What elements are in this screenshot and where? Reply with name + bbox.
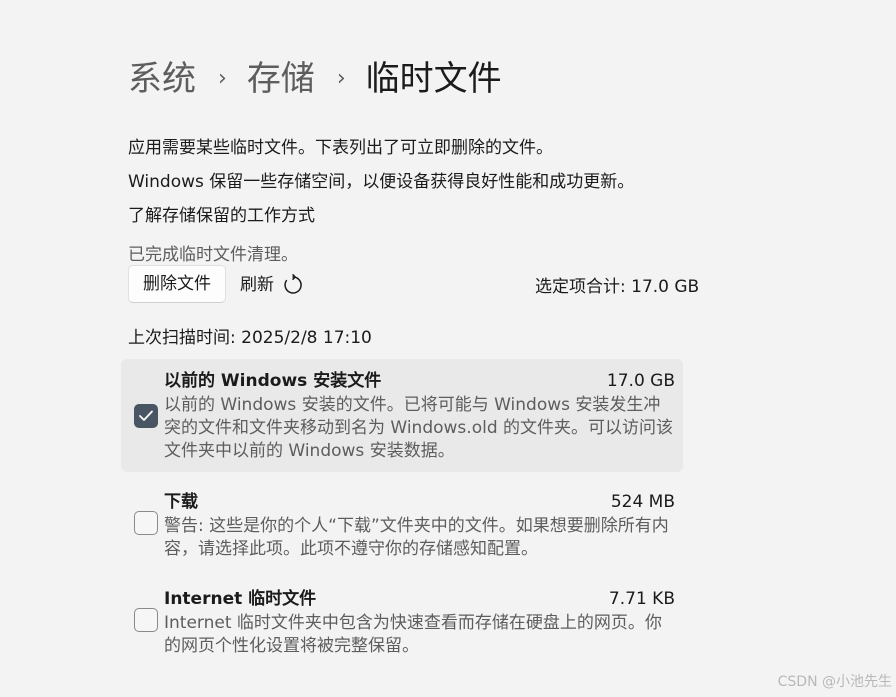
selected-total-text: 选定项合计: 17.0 GB [535, 277, 700, 297]
chevron-right-icon: › [218, 66, 227, 91]
refresh-label: 刷新 [240, 275, 274, 295]
checkmark-icon [139, 410, 153, 421]
page-title: 临时文件 [365, 59, 502, 99]
breadcrumb-item-system[interactable]: 系统 [128, 56, 196, 102]
settings-page: 系统 › 存储 › 临时文件 应用需要某些临时文件。下表列出了可立即删除的文件。… [0, 0, 896, 697]
item-description: 以前的 Windows 安装的文件。已将可能与 Windows 安装发生冲突的文… [164, 395, 674, 461]
breadcrumb-item-storage[interactable]: 存储 [247, 56, 315, 102]
watermark-text: CSDN @小池先生 [777, 674, 892, 690]
list-item-previous-windows[interactable]: 以前的 Windows 安装文件 17.0 GB 以前的 Windows 安装的… [121, 359, 683, 472]
storage-reserve-link[interactable]: 了解存储保留的工作方式 [128, 204, 315, 228]
item-description: 警告: 这些是你的个人“下载”文件夹中的文件。如果想要删除所有内容，请选择此项。… [164, 516, 669, 559]
item-size: 17.0 GB [606, 371, 675, 391]
item-title: 下载 [164, 492, 198, 512]
list-item-internet-temp[interactable]: Internet 临时文件 7.71 KB Internet 临时文件夹中包含为… [121, 577, 683, 665]
item-description: Internet 临时文件夹中包含为快速查看而存储在硬盘上的网页。你的网页个性化… [164, 613, 662, 656]
item-size: 7.71 KB [608, 589, 675, 609]
checkbox-previous-windows[interactable] [134, 404, 158, 428]
breadcrumb: 系统 › 存储 › 临时文件 [128, 56, 502, 102]
delete-files-button[interactable]: 删除文件 [128, 265, 226, 303]
chevron-right-icon: › [336, 66, 346, 91]
item-title: 以前的 Windows 安装文件 [164, 371, 382, 391]
refresh-icon [284, 274, 302, 294]
refresh-button[interactable]: 刷新 [240, 272, 304, 298]
checkbox-internet-temp[interactable] [134, 608, 158, 632]
cleanup-status-text: 已完成临时文件清理。 [128, 245, 298, 265]
last-scan-time-text: 上次扫描时间: 2025/2/8 17:10 [128, 328, 372, 348]
description-line-2: Windows 保留一些存储空间，以便设备获得良好性能和成功更新。 [128, 172, 635, 192]
description-line-1: 应用需要某些临时文件。下表列出了可立即删除的文件。 [128, 138, 553, 158]
item-title: Internet 临时文件 [164, 589, 317, 609]
list-item-downloads[interactable]: 下载 524 MB 警告: 这些是你的个人“下载”文件夹中的文件。如果想要删除所… [121, 480, 683, 568]
item-size: 524 MB [610, 492, 675, 512]
checkbox-downloads[interactable] [134, 511, 158, 535]
